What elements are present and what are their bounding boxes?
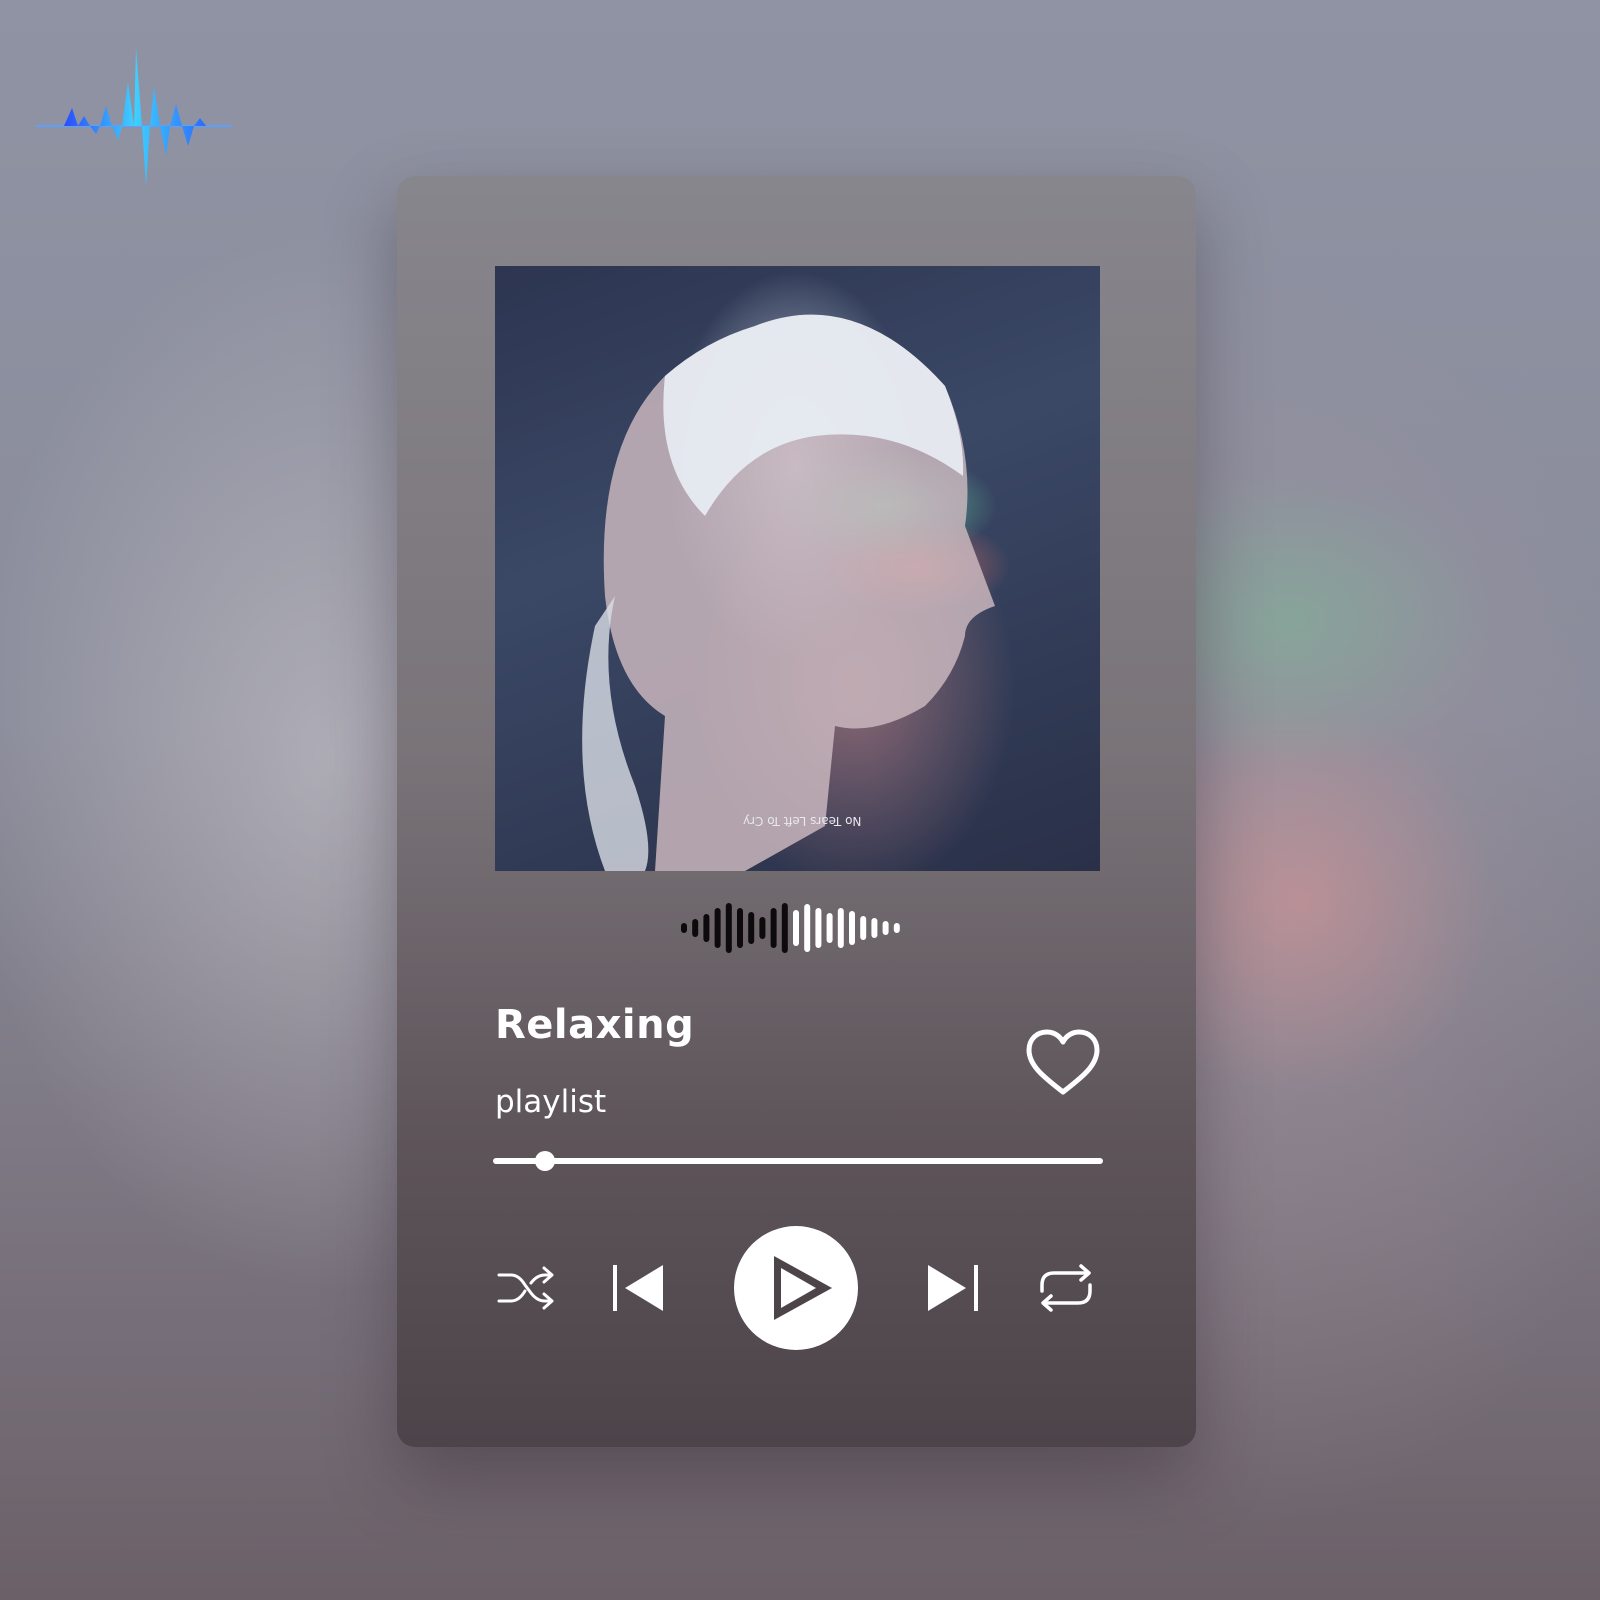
progress-track xyxy=(493,1158,1103,1164)
repeat-icon[interactable] xyxy=(1034,1261,1098,1315)
heart-icon[interactable] xyxy=(1025,1028,1101,1098)
progress-knob[interactable] xyxy=(535,1151,556,1171)
waveform-bar xyxy=(793,910,799,946)
waveform-bar xyxy=(737,908,743,948)
skip-previous-icon[interactable] xyxy=(611,1261,667,1315)
waveform-code xyxy=(681,903,900,953)
album-caption: No Tears Left To Cry xyxy=(743,814,862,828)
waveform-bar xyxy=(815,908,822,948)
waveform-bar xyxy=(759,917,766,939)
track-subtitle: playlist xyxy=(495,1084,607,1120)
waveform-bar xyxy=(692,919,699,937)
waveform-bar xyxy=(837,908,844,948)
waveform-bar xyxy=(770,908,777,948)
waveform-bar xyxy=(860,916,867,940)
play-icon xyxy=(774,1256,832,1320)
waveform-bar xyxy=(826,913,833,943)
waveform-bar xyxy=(882,921,889,935)
waveform-bar xyxy=(781,903,788,953)
waveform-bar xyxy=(703,914,710,942)
progress-slider[interactable] xyxy=(493,1150,1103,1172)
waveform-bar xyxy=(725,903,732,953)
waveform-bar xyxy=(804,904,811,952)
waveform-bar xyxy=(871,918,878,938)
waveform-bar xyxy=(893,923,900,933)
waveform-bar xyxy=(714,908,721,948)
play-button[interactable] xyxy=(734,1226,858,1350)
album-cover: No Tears Left To Cry xyxy=(495,266,1100,871)
waveform-bar xyxy=(849,911,855,945)
waveform-bar xyxy=(748,912,755,944)
music-player-card: No Tears Left To Cry Relaxing playlist xyxy=(397,176,1196,1447)
waveform-bar xyxy=(681,923,687,933)
skip-next-icon[interactable] xyxy=(924,1261,980,1315)
portrait-illustration xyxy=(582,314,995,871)
shuffle-icon[interactable] xyxy=(495,1261,557,1315)
track-title: Relaxing xyxy=(495,1002,695,1048)
soundwave-logo-icon xyxy=(36,48,232,186)
